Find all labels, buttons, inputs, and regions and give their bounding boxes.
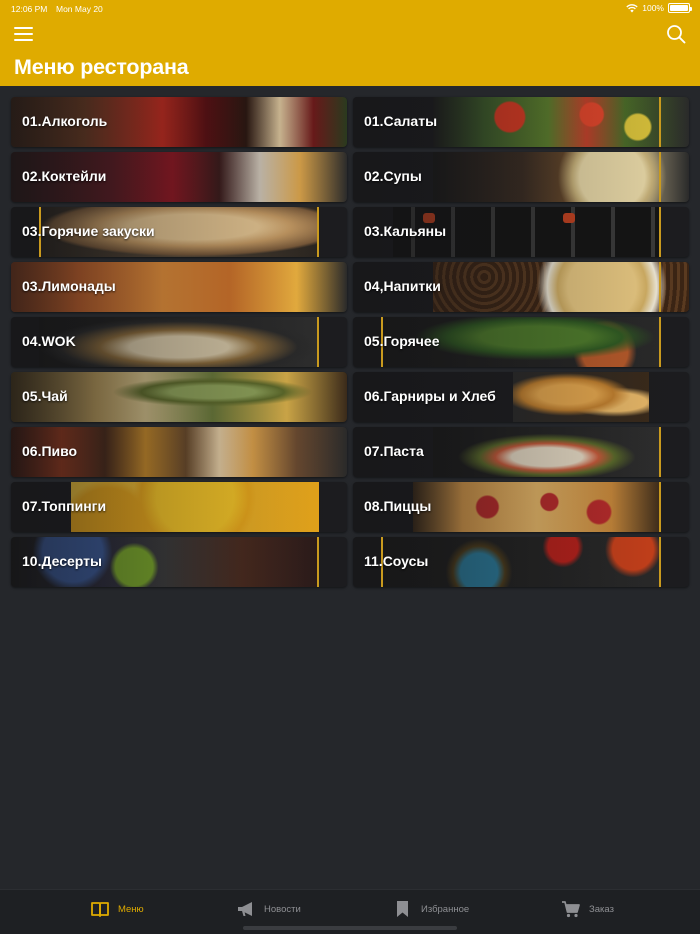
tab-favorites[interactable]: Избранное [393, 898, 469, 920]
search-icon[interactable] [666, 24, 686, 44]
category-tile-cocktails[interactable]: 02.Коктейли [11, 152, 347, 202]
category-tile-sauces[interactable]: 11.Соусы [353, 537, 689, 587]
category-tile-pasta[interactable]: 07.Паста [353, 427, 689, 477]
category-label: 11.Соусы [364, 553, 429, 569]
category-tile-beer[interactable]: 06.Пиво [11, 427, 347, 477]
category-label: 07.Топпинги [22, 498, 107, 514]
category-tile-hot-dishes[interactable]: 05.Горячее [353, 317, 689, 367]
category-label: 08.Пиццы [364, 498, 432, 514]
category-label: 03.Горячие закуски [22, 223, 155, 239]
category-tile-hot-snacks[interactable]: 03.Горячие закуски [11, 207, 347, 257]
category-tile-salads[interactable]: 01.Салаты [353, 97, 689, 147]
status-time: 12:06 PM [11, 4, 48, 14]
category-tile-soups[interactable]: 02.Супы [353, 152, 689, 202]
category-label: 07.Паста [364, 443, 424, 459]
book-icon [91, 902, 109, 917]
category-tile-pizza[interactable]: 08.Пиццы [353, 482, 689, 532]
tab-news[interactable]: Новости [236, 898, 301, 920]
category-tile-lemonades[interactable]: 03.Лимонады [11, 262, 347, 312]
megaphone-icon [238, 902, 252, 916]
bookmark-icon [397, 901, 408, 917]
category-tile-hookahs[interactable]: 03.Кальяны [353, 207, 689, 257]
battery-icon [668, 3, 692, 13]
category-tile-wok[interactable]: 04.WOK [11, 317, 347, 367]
category-grid: 01.Алкоголь 01.Салаты 02.Коктейли 02.Суп… [11, 97, 689, 587]
category-tile-desserts[interactable]: 10.Десерты [11, 537, 347, 587]
category-label: 06.Пиво [22, 443, 78, 459]
category-tile-toppings[interactable]: 07.Топпинги [11, 482, 347, 532]
tab-order[interactable]: Заказ [561, 898, 614, 920]
app-header: 12:06 PM Mon May 20 100% Меню ресторана [0, 0, 700, 86]
category-label: 06.Гарниры и Хлеб [364, 388, 496, 404]
app-window: 12:06 PM Mon May 20 100% Меню ресторана [0, 0, 700, 934]
category-label: 04.WOK [22, 333, 76, 349]
tab-menu[interactable]: Меню [90, 898, 144, 920]
category-label: 01.Алкоголь [22, 113, 108, 129]
category-label: 10.Десерты [22, 553, 102, 569]
hamburger-menu-icon[interactable] [14, 26, 34, 42]
tab-label: Меню [118, 903, 144, 915]
category-label: 03.Лимонады [22, 278, 116, 294]
tab-label: Новости [264, 903, 301, 915]
status-indicators: 100% [626, 3, 692, 13]
category-label: 05.Чай [22, 388, 68, 404]
category-tile-alcohol[interactable]: 01.Алкоголь [11, 97, 347, 147]
category-label: 05.Горячее [364, 333, 440, 349]
category-tile-drinks[interactable]: 04,Напитки [353, 262, 689, 312]
status-bar: 12:06 PM Mon May 20 100% [0, 0, 700, 18]
category-tile-tea[interactable]: 05.Чай [11, 372, 347, 422]
cart-icon [562, 901, 580, 918]
home-indicator [243, 926, 457, 930]
category-label: 04,Напитки [364, 278, 441, 294]
tab-label: Избранное [421, 903, 470, 915]
status-date: Mon May 20 [56, 4, 103, 14]
category-label: 02.Супы [364, 168, 422, 184]
wifi-icon [626, 3, 638, 12]
category-label: 01.Салаты [364, 113, 438, 129]
tab-label: Заказ [589, 903, 614, 915]
category-tile-sides-bread[interactable]: 06.Гарниры и Хлеб [353, 372, 689, 422]
category-label: 02.Коктейли [22, 168, 107, 184]
battery-percent: 100% [642, 3, 664, 13]
category-label: 03.Кальяны [364, 223, 447, 239]
page-title: Меню ресторана [14, 55, 189, 79]
